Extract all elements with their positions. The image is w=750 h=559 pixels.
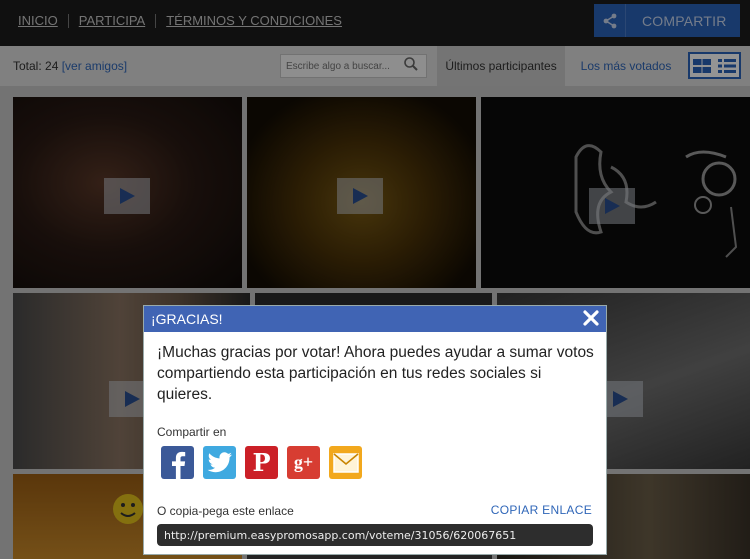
copy-link-button[interactable]: COPIAR ENLACE — [491, 503, 592, 517]
dialog-message: ¡Muchas gracias por votar! Ahora puedes … — [157, 344, 594, 403]
dialog-header: ¡GRACIAS! — [144, 306, 606, 332]
close-icon[interactable] — [582, 309, 600, 327]
share-link-field[interactable]: http://premium.easypromosapp.com/voteme/… — [157, 524, 593, 546]
facebook-icon[interactable] — [161, 446, 194, 479]
social-share-buttons: P g+ — [161, 446, 371, 479]
pinterest-icon[interactable]: P — [245, 446, 278, 479]
twitter-icon[interactable] — [203, 446, 236, 479]
dialog-title: ¡GRACIAS! — [151, 311, 223, 327]
share-in-label: Compartir en — [157, 425, 227, 439]
copy-link-label: O copia-pega este enlace — [157, 504, 294, 518]
google-plus-icon[interactable]: g+ — [287, 446, 320, 479]
email-icon[interactable] — [329, 446, 362, 479]
thanks-dialog: ¡GRACIAS! ¡Muchas gracias por votar! Aho… — [143, 305, 607, 555]
